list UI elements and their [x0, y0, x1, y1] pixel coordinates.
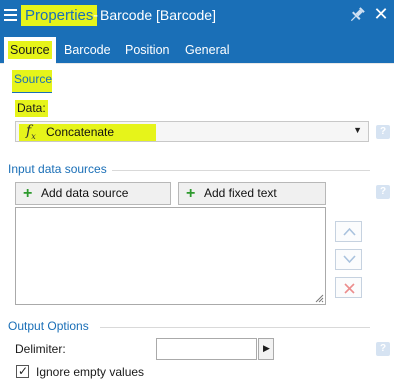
- delete-icon: [344, 283, 355, 294]
- divider: [100, 327, 370, 328]
- move-down-icon: [343, 255, 356, 264]
- help-icon[interactable]: ?: [376, 185, 390, 199]
- title-bar: Properties - Barcode [Barcode] ✕: [0, 0, 394, 33]
- properties-panel: Properties - Barcode [Barcode] ✕ Source …: [0, 0, 394, 392]
- add-data-source-button[interactable]: + Add data source: [15, 182, 171, 205]
- hamburger-menu-icon[interactable]: [4, 9, 17, 22]
- delimiter-input[interactable]: [156, 338, 257, 360]
- data-type-value: Concatenate: [46, 125, 115, 139]
- move-down-button[interactable]: [335, 249, 362, 270]
- delete-button[interactable]: [335, 277, 362, 298]
- plus-icon: +: [23, 185, 33, 202]
- output-options-heading: Output Options: [8, 319, 89, 333]
- panel-title: Properties: [21, 5, 98, 26]
- checkmark-icon: ✓: [18, 364, 29, 378]
- divider: [112, 170, 370, 171]
- source-heading-text: Source: [14, 72, 53, 86]
- source-heading-underline: [12, 92, 52, 93]
- delimiter-label: Delimiter:: [15, 342, 66, 356]
- add-fixed-text-button[interactable]: + Add fixed text: [178, 182, 326, 205]
- play-arrow-icon: ▶: [263, 343, 270, 353]
- input-sources-heading: Input data sources: [8, 162, 107, 176]
- object-title: Barcode [Barcode]: [100, 7, 216, 23]
- dropdown-arrow-icon: ▼: [353, 125, 362, 135]
- data-type-dropdown[interactable]: fx Concatenate ▼: [15, 121, 369, 142]
- input-sources-list[interactable]: [15, 207, 326, 305]
- tab-barcode[interactable]: Barcode: [64, 37, 111, 64]
- resize-grip-icon[interactable]: [314, 293, 324, 303]
- tab-general[interactable]: General: [185, 37, 229, 64]
- delimiter-picker-button[interactable]: ▶: [258, 338, 274, 360]
- tab-source-label: Source: [8, 41, 52, 59]
- ignore-empty-label[interactable]: Ignore empty values: [36, 365, 144, 379]
- ignore-empty-checkbox[interactable]: ✓: [16, 364, 29, 378]
- move-up-icon: [343, 227, 356, 236]
- close-icon[interactable]: ✕: [372, 4, 390, 24]
- tab-bar: Source Barcode Position General: [0, 33, 394, 64]
- pin-icon[interactable]: [348, 6, 366, 24]
- add-data-source-label: Add data source: [41, 186, 129, 200]
- help-icon[interactable]: ?: [376, 342, 390, 356]
- tab-source[interactable]: Source: [4, 37, 56, 64]
- add-fixed-text-label: Add fixed text: [204, 186, 277, 200]
- data-label: Data:: [15, 100, 48, 117]
- title-separator: -: [93, 7, 98, 24]
- function-fx-icon: fx: [26, 123, 36, 141]
- move-up-button[interactable]: [335, 221, 362, 242]
- plus-icon: +: [186, 185, 196, 202]
- help-icon[interactable]: ?: [376, 125, 390, 139]
- tab-position[interactable]: Position: [125, 37, 169, 64]
